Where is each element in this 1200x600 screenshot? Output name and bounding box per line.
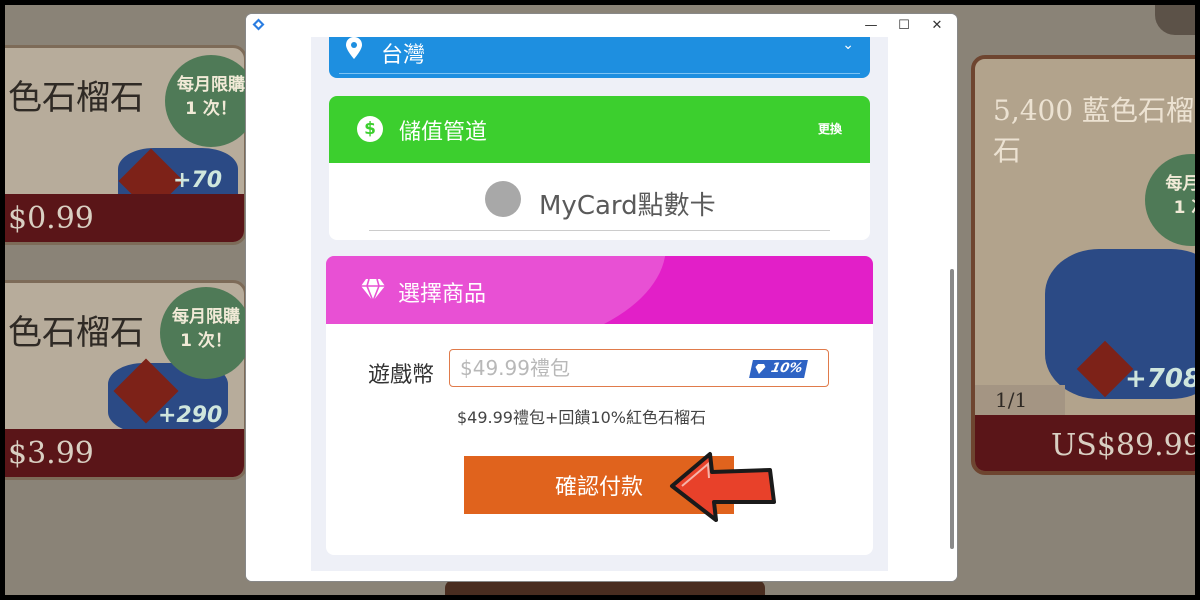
bonus-promo-badge: 10%	[748, 360, 808, 378]
region-label: 台灣	[381, 43, 426, 68]
diamond-icon	[361, 278, 385, 302]
maximize-button[interactable]: ☐	[887, 14, 921, 37]
payment-page: 台灣 ⌄ $ 儲值管道 更換 MyCard點數卡 選擇商品 遊戲幣 $49.99…	[311, 37, 888, 571]
scrollbar-thumb[interactable]	[950, 269, 954, 549]
product-title: 選擇商品	[398, 282, 487, 307]
badge-line-2: 1 次！	[180, 331, 232, 351]
app-logo-icon	[252, 18, 265, 31]
shop-card-2-title: 色石榴石	[8, 313, 144, 353]
payment-channel-header: $ 儲值管道 更換	[329, 96, 870, 163]
badge-line-2: 1 次	[1173, 198, 1195, 218]
promo-label: 10%	[769, 361, 804, 376]
shop-card-2-bonus: +290	[158, 403, 223, 428]
product-select-input[interactable]	[460, 350, 750, 386]
window-content: 台灣 ⌄ $ 儲值管道 更換 MyCard點數卡 選擇商品 遊戲幣 $49.99…	[246, 37, 957, 581]
chevron-down-icon[interactable]: ⌄	[842, 37, 854, 53]
shop-close-button[interactable]	[1155, 5, 1195, 35]
product-header: 選擇商品	[326, 256, 873, 324]
shop-card-1-price: $0.99	[8, 201, 94, 236]
payment-channel-card: $ 儲值管道 更換 MyCard點數卡	[329, 96, 870, 240]
shop-card-3-bonus: +708	[1125, 364, 1195, 394]
game-currency-label: 遊戲幣	[368, 363, 435, 388]
promo-diamond-icon	[755, 364, 766, 374]
channel-option-label[interactable]: MyCard點數卡	[539, 185, 716, 222]
pager: 1/1	[975, 385, 1065, 415]
shop-card-3-title: 5,400 藍色石榴石	[993, 94, 1195, 167]
channel-option-radio[interactable]	[485, 181, 521, 217]
channel-divider	[369, 230, 830, 231]
badge-line-2: 1 次！	[185, 99, 237, 119]
shop-card-2-price-bar[interactable]: $3.99	[5, 429, 244, 477]
monthly-limit-badge-1: 每月限購 1 次！	[165, 55, 257, 147]
badge-line-1: 每月限	[1165, 174, 1196, 194]
pointer-arrow-icon	[670, 452, 776, 522]
bottom-strip	[445, 580, 765, 595]
change-channel-button[interactable]: 更換	[818, 120, 842, 137]
shop-card-1-bonus: +70	[173, 168, 223, 193]
region-selector[interactable]: 台灣 ⌄	[329, 37, 870, 78]
badge-line-1: 每月限購	[177, 75, 245, 95]
window-titlebar[interactable]: — ☐ ✕	[246, 14, 957, 37]
payment-channel-title: 儲值管道	[399, 120, 488, 145]
payment-window: — ☐ ✕ 台灣 ⌄ $ 儲值管道 更換 MyCard點數卡 選擇商品 遊戲幣 …	[246, 14, 957, 581]
dollar-icon: $	[357, 116, 383, 142]
close-button[interactable]: ✕	[920, 14, 954, 37]
badge-line-1: 每月限購	[172, 307, 240, 327]
shop-card-1-price-bar[interactable]: $0.99	[5, 194, 244, 242]
monthly-limit-badge-2: 每月限購 1 次！	[160, 287, 252, 379]
product-select[interactable]: 10%	[449, 349, 829, 387]
shop-card-3-price: US$89.99	[1051, 428, 1195, 463]
product-description: $49.99禮包+回饋10%紅色石榴石	[457, 408, 706, 427]
minimize-button[interactable]: —	[854, 14, 888, 37]
product-card: 選擇商品 遊戲幣 10% $49.99禮包+回饋10%紅色石榴石 確認付款	[326, 256, 873, 555]
region-divider	[339, 73, 860, 74]
shop-card-3-price-bar[interactable]: US$89.99	[975, 415, 1195, 471]
location-pin-icon	[346, 37, 362, 59]
shop-card-3: 5,400 藍色石榴石 +708 每月限 1 次 1/1 US$89.99	[971, 55, 1195, 475]
shop-card-1-title: 色石榴石	[8, 78, 144, 118]
shop-card-2-price: $3.99	[8, 436, 94, 471]
